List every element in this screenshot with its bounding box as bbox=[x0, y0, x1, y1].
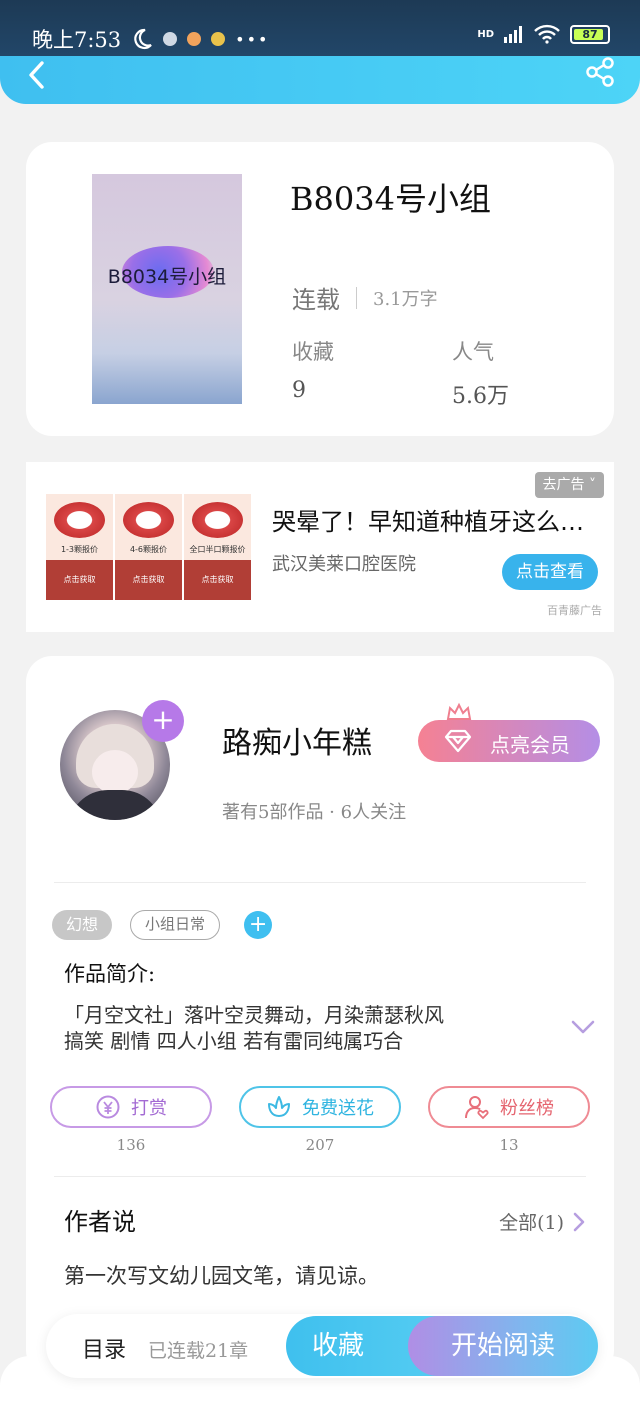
reward-action: 打赏 136 bbox=[50, 1086, 212, 1154]
notification-icon-2 bbox=[187, 32, 202, 46]
ad-image-button: 点击获取 bbox=[46, 560, 113, 600]
fans-label: 粉丝榜 bbox=[500, 1098, 554, 1119]
author-says-all-link[interactable]: 全部(1) bbox=[499, 1208, 586, 1235]
remove-ad-button[interactable]: 去广告 ˅ bbox=[534, 472, 604, 498]
author-name[interactable]: 路痴小年糕 bbox=[222, 718, 372, 762]
start-reading-button[interactable]: 开始阅读 bbox=[408, 1316, 598, 1376]
battery-icon: 87 bbox=[570, 24, 610, 44]
chapter-count: 已连载21章 bbox=[148, 1340, 249, 1362]
fans-ranking-button[interactable]: 粉丝榜 bbox=[428, 1086, 590, 1128]
share-icon[interactable] bbox=[584, 56, 616, 88]
chevron-left-icon[interactable] bbox=[22, 60, 52, 90]
status-bar: 晚上7:53 ••• HD 87 bbox=[0, 0, 640, 60]
flower-icon bbox=[268, 1096, 290, 1117]
status-left: 晚上7:53 ••• bbox=[32, 24, 269, 54]
reward-count: 136 bbox=[116, 1136, 146, 1154]
bottom-action-bar: 目录 已连载21章 收藏 开始阅读 bbox=[46, 1314, 598, 1378]
vip-button[interactable]: 点亮会员 bbox=[418, 702, 600, 762]
ad-image-caption: 1-3颗报价 bbox=[60, 545, 99, 554]
battery-level: 87 bbox=[582, 27, 598, 41]
tag-fantasy[interactable]: 幻想 bbox=[52, 910, 113, 940]
ad-image: 全口半口颗报价 点击获取 bbox=[184, 494, 251, 600]
status-right: HD 87 bbox=[477, 24, 610, 44]
network-type: HD bbox=[477, 28, 494, 40]
status-time: 晚上7:53 bbox=[32, 28, 122, 52]
word-count: 3.1万字 bbox=[373, 288, 438, 310]
favorites-stat: 收藏 9 bbox=[292, 336, 334, 403]
flower-count: 207 bbox=[305, 1136, 335, 1154]
notification-icon-3 bbox=[211, 32, 226, 46]
add-tag-button[interactable]: + bbox=[244, 911, 273, 939]
ad-image: 4-6颗报价 点击获取 bbox=[115, 494, 182, 600]
author-says-all-label: 全部(1) bbox=[499, 1212, 564, 1234]
author-meta: 著有5部作品 · 6人关注 bbox=[222, 802, 407, 823]
yen-coin-icon bbox=[96, 1095, 120, 1119]
top-nav-bar bbox=[0, 56, 640, 104]
cover-title: B8034号小组 bbox=[107, 266, 227, 288]
ad-source: 武汉美莱口腔医院 bbox=[272, 554, 416, 575]
tag-list: 幻想 小组日常 + bbox=[52, 910, 273, 940]
teeth-image bbox=[54, 502, 105, 538]
book-status-row: 连载 3.1万字 bbox=[292, 280, 438, 315]
ad-image-caption: 全口半口颗报价 bbox=[189, 545, 246, 554]
divider bbox=[54, 882, 586, 883]
tag-group-daily[interactable]: 小组日常 bbox=[130, 910, 221, 940]
author-says-text: 第一次写文幼儿园文笔，请见谅。 bbox=[64, 1264, 379, 1288]
book-info-card: B8034号小组 B8034号小组 连载 3.1万字 收藏 9 人气 5.6万 bbox=[26, 142, 614, 436]
teeth-image bbox=[123, 502, 174, 538]
chevron-down-icon[interactable] bbox=[570, 1018, 596, 1036]
ad-banner[interactable]: 1-3颗报价 点击获取 4-6颗报价 点击获取 全口半口颗报价 点击获取 哭晕了… bbox=[26, 462, 614, 632]
flower-label: 免费送花 bbox=[302, 1098, 374, 1119]
ad-view-button[interactable]: 点击查看 bbox=[502, 554, 598, 590]
book-cover[interactable]: B8034号小组 bbox=[92, 174, 242, 404]
serial-status: 连载 bbox=[292, 286, 340, 314]
divider bbox=[54, 1176, 586, 1177]
fans-count: 13 bbox=[499, 1136, 519, 1154]
vip-label: 点亮会员 bbox=[490, 733, 570, 757]
diamond-icon bbox=[444, 729, 472, 753]
divider bbox=[356, 286, 357, 309]
signal-icon bbox=[504, 26, 522, 43]
flower-action: 免费送花 207 bbox=[239, 1086, 401, 1154]
reward-button[interactable]: 打赏 bbox=[50, 1086, 212, 1128]
popularity-label: 人气 bbox=[452, 340, 494, 364]
action-row: 打赏 136 免费送花 207 粉丝榜 13 bbox=[50, 1086, 590, 1154]
intro-line: 「月空文社」落叶空灵舞动，月染萧瑟秋风 bbox=[64, 1003, 444, 1027]
book-title: B8034号小组 bbox=[290, 180, 491, 218]
notification-icon-1 bbox=[163, 32, 178, 46]
ad-image-button: 点击获取 bbox=[115, 560, 182, 600]
author-says-heading: 作者说 bbox=[64, 1208, 136, 1236]
intro-line: 搞笑 剧情 四人小组 若有雷同纯属巧合 bbox=[64, 1029, 404, 1053]
ad-image-caption: 4-6颗报价 bbox=[129, 545, 168, 554]
teeth-image bbox=[192, 502, 243, 538]
favorites-value: 9 bbox=[292, 378, 306, 403]
moon-icon bbox=[134, 28, 152, 50]
intro-text: 「月空文社」落叶空灵舞动，月染萧瑟秋风 搞笑 剧情 四人小组 若有雷同纯属巧合 bbox=[64, 1002, 444, 1054]
reward-label: 打赏 bbox=[131, 1098, 167, 1119]
ad-image-button: 点击获取 bbox=[184, 560, 251, 600]
ad-image: 1-3颗报价 点击获取 bbox=[46, 494, 113, 600]
follow-plus-button[interactable]: + bbox=[142, 700, 184, 742]
favorites-label: 收藏 bbox=[292, 340, 334, 364]
fans-action: 粉丝榜 13 bbox=[428, 1086, 590, 1154]
wifi-icon bbox=[534, 24, 560, 44]
intro-heading: 作品简介: bbox=[64, 962, 156, 986]
ad-images: 1-3颗报价 点击获取 4-6颗报价 点击获取 全口半口颗报价 点击获取 bbox=[46, 494, 251, 600]
chevron-right-icon bbox=[573, 1212, 585, 1231]
send-flower-button[interactable]: 免费送花 bbox=[239, 1086, 401, 1128]
toc-button[interactable]: 目录 bbox=[82, 1332, 126, 1364]
popularity-value: 5.6万 bbox=[452, 384, 509, 409]
popularity-stat: 人气 5.6万 bbox=[452, 336, 509, 410]
crown-icon bbox=[446, 702, 472, 720]
ad-title[interactable]: 哭晕了！早知道种植牙这么… bbox=[272, 502, 592, 537]
author-card: + 路痴小年糕 点亮会员 著有5部作品 · 6人关注 幻想 小组日常 + 作品简… bbox=[26, 656, 614, 1376]
user-heart-icon bbox=[465, 1096, 489, 1120]
more-notifications-icon: ••• bbox=[235, 29, 270, 49]
ad-brand: 百青藤广告 bbox=[547, 604, 602, 617]
